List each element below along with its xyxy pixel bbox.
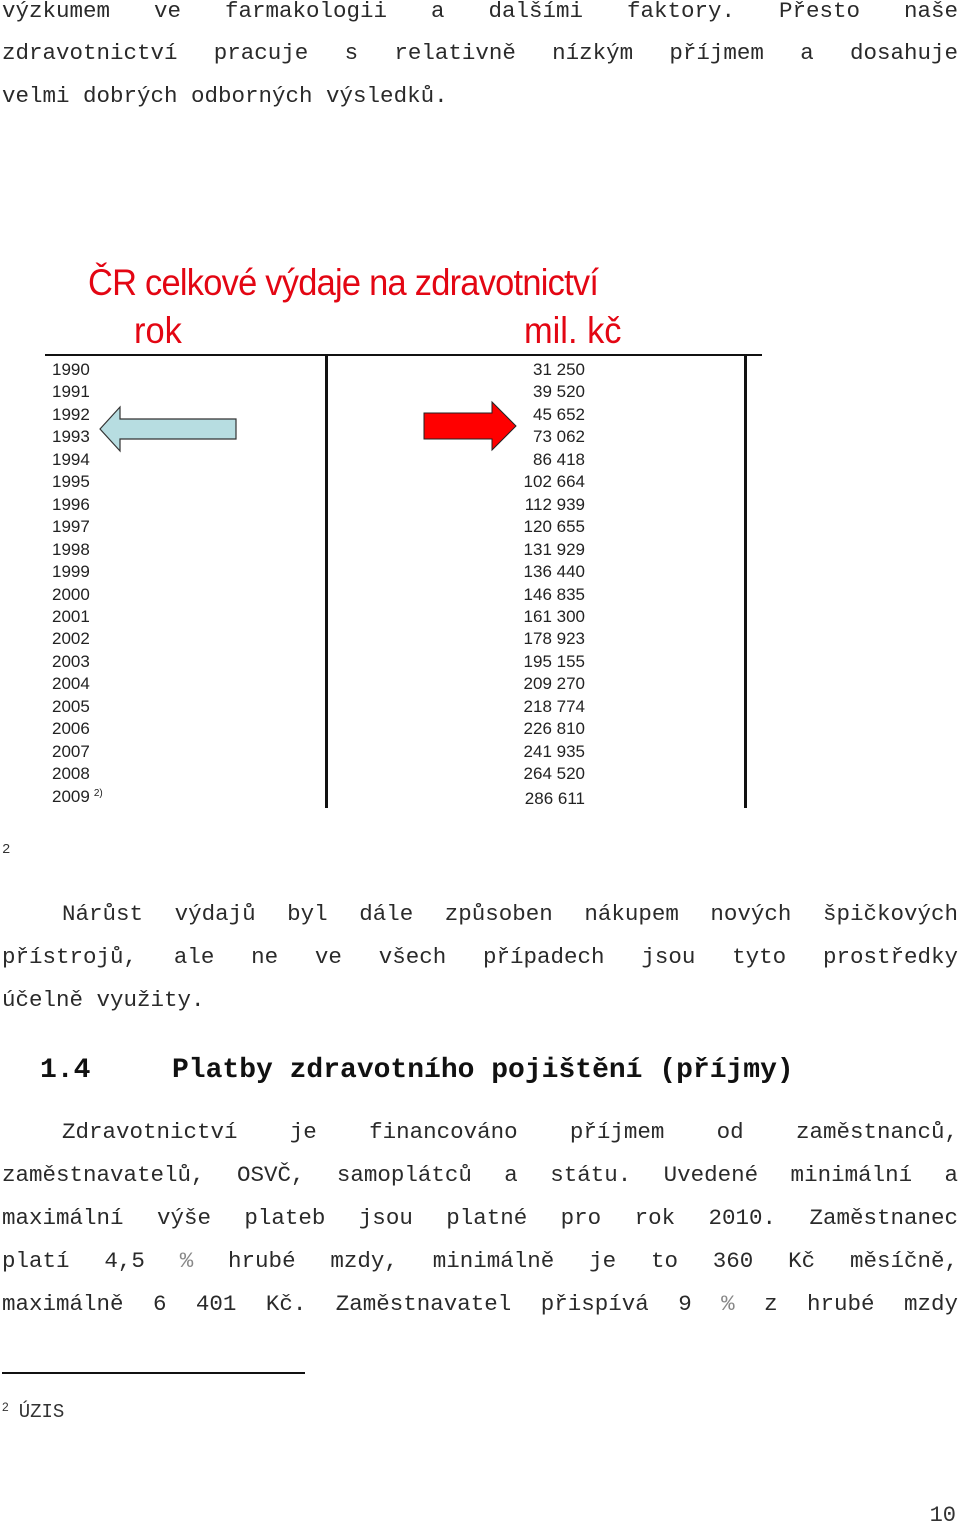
table-row-expenditure: 264 520 xyxy=(523,764,585,783)
year-note: 2) xyxy=(93,788,103,799)
table-row-year: 2002 xyxy=(52,629,90,649)
year-value: 2000 xyxy=(52,585,90,604)
table-row-year: 2004 xyxy=(52,674,90,694)
year-value: 1992 xyxy=(52,405,90,424)
table-row-year: 2003 xyxy=(52,652,90,672)
year-value: 1991 xyxy=(52,382,90,401)
table-row-expenditure: 73 062 xyxy=(533,427,585,446)
table-row-expenditure: 241 935 xyxy=(523,742,585,761)
para2-line-1: Nárůst výdajů byl dále způsoben nákupem … xyxy=(62,901,958,927)
table-top-rule xyxy=(45,354,762,356)
year-column-header: rok xyxy=(134,310,182,351)
section-title: Platby zdravotního pojištění (příjmy) xyxy=(172,1055,794,1086)
footnote-marker: 2 xyxy=(2,1400,9,1414)
table-row-year: 2005 xyxy=(52,697,90,717)
para3-line-5-b: z hrubé mzdy xyxy=(734,1291,958,1317)
table-row-year: 1994 xyxy=(52,450,90,470)
year-value: 2002 xyxy=(52,629,90,648)
para2-line-3: účelně využity. xyxy=(2,987,205,1013)
year-value: 2007 xyxy=(52,742,90,761)
footnote-reference-marker: 2 xyxy=(2,842,11,858)
percent-sign: % xyxy=(721,1291,735,1317)
table-row-expenditure: 131 929 xyxy=(523,540,585,559)
table-row-year: 1990 xyxy=(52,360,90,380)
section-number: 1.4 xyxy=(40,1055,91,1086)
para3-line-4: platí 4,5 % hrubé mzdy, minimálně je to … xyxy=(2,1246,958,1276)
table-row-year: 1991 xyxy=(52,382,90,402)
table-row-year: 1997 xyxy=(52,517,90,537)
para3-line-4-a: platí 4,5 xyxy=(2,1248,180,1274)
para2-line-2: přístrojů, ale ne ve všech případech jso… xyxy=(2,944,958,970)
year-value: 2005 xyxy=(52,697,90,716)
para3-line-5-a: maximálně 6 401 Kč. Zaměstnavatel přispí… xyxy=(2,1291,722,1317)
table-row-year: 1992 xyxy=(52,405,90,425)
table-row-expenditure: 195 155 xyxy=(523,652,585,671)
table-row-year: 2001 xyxy=(52,607,90,627)
table-row-expenditure: 39 520 xyxy=(533,382,585,401)
table-row-expenditure: 218 774 xyxy=(523,697,585,716)
table-row-year: 1998 xyxy=(52,540,90,560)
table-row-expenditure: 45 652 xyxy=(533,405,585,424)
year-value: 1994 xyxy=(52,450,90,469)
table-row-expenditure: 120 655 xyxy=(523,517,585,536)
year-value: 1996 xyxy=(52,495,90,514)
year-value: 2008 xyxy=(52,764,90,783)
year-value: 1995 xyxy=(52,472,90,491)
percent-sign: % xyxy=(179,1248,194,1274)
year-value: 1998 xyxy=(52,540,90,559)
footnote: 2 ÚZIS xyxy=(2,1400,64,1423)
table-row-year: 2000 xyxy=(52,585,90,605)
para3-line-3: maximální výše plateb jsou platné pro ro… xyxy=(2,1205,958,1231)
table-row-expenditure: 161 300 xyxy=(523,607,585,626)
table-row-year: 2007 xyxy=(52,742,90,762)
table-row-year: 1993 xyxy=(52,427,90,447)
table-row-expenditure: 102 664 xyxy=(523,472,585,491)
table-row-expenditure: 31 250 xyxy=(533,360,585,379)
year-value: 2006 xyxy=(52,719,90,738)
page-number: 10 xyxy=(929,1503,956,1528)
table-row-expenditure: 86 418 xyxy=(533,450,585,469)
section-heading: 1.4 Platby zdravotního pojištění (příjmy) xyxy=(40,1055,794,1086)
footnote-text: ÚZIS xyxy=(18,1401,65,1423)
table-row-expenditure: 226 810 xyxy=(523,719,585,738)
arrow-left-icon xyxy=(99,405,237,453)
para3-line-2: zaměstnavatelů, OSVČ, samoplátců a státu… xyxy=(2,1162,958,1188)
table-row-year: 1999 xyxy=(52,562,90,582)
year-value: 1990 xyxy=(52,360,90,379)
table-row-expenditure: 209 270 xyxy=(523,674,585,693)
para3-line-5: maximálně 6 401 Kč. Zaměstnavatel přispí… xyxy=(2,1289,958,1319)
table-row-expenditure: 286 611 xyxy=(524,789,585,808)
table-row-year: 1995 xyxy=(52,472,90,492)
value-column-header: mil. kč xyxy=(524,310,622,351)
arrow-right-icon xyxy=(423,400,517,452)
table-row-expenditure: 112 939 xyxy=(524,495,585,514)
table-right-border xyxy=(744,354,747,808)
year-value: 2009 xyxy=(52,787,90,806)
intro-line-2: zdravotnictví pracuje s relativně nízkým… xyxy=(2,40,958,66)
para3-line-4-b: hrubé mzdy, minimálně je to 360 Kč měsíč… xyxy=(193,1248,958,1274)
year-value: 2003 xyxy=(52,652,90,671)
table-row-expenditure: 178 923 xyxy=(523,629,585,648)
table-row-year: 2006 xyxy=(52,719,90,739)
year-value: 1997 xyxy=(52,517,90,536)
figure-title: ČR celkové výdaje na zdravotnictví xyxy=(88,262,599,303)
year-value: 1993 xyxy=(52,427,90,446)
year-value: 2004 xyxy=(52,674,90,693)
table-row-year: 2009 2) xyxy=(52,787,103,807)
year-value: 2001 xyxy=(52,607,90,626)
table-row-year: 2008 xyxy=(52,764,90,784)
table-column-divider xyxy=(325,354,328,808)
footnote-separator xyxy=(2,1372,305,1374)
table-row-expenditure: 146 835 xyxy=(523,585,585,604)
table-row-expenditure: 136 440 xyxy=(523,562,585,581)
intro-line-3: velmi dobrých odborných výsledků. xyxy=(2,83,448,109)
year-value: 1999 xyxy=(52,562,90,581)
table-row-year: 1996 xyxy=(52,495,90,515)
para3-line-1: Zdravotnictví je financováno příjmem od … xyxy=(62,1119,958,1145)
intro-line-1: výzkumem ve farmakologii a dalšími fakto… xyxy=(2,0,958,24)
